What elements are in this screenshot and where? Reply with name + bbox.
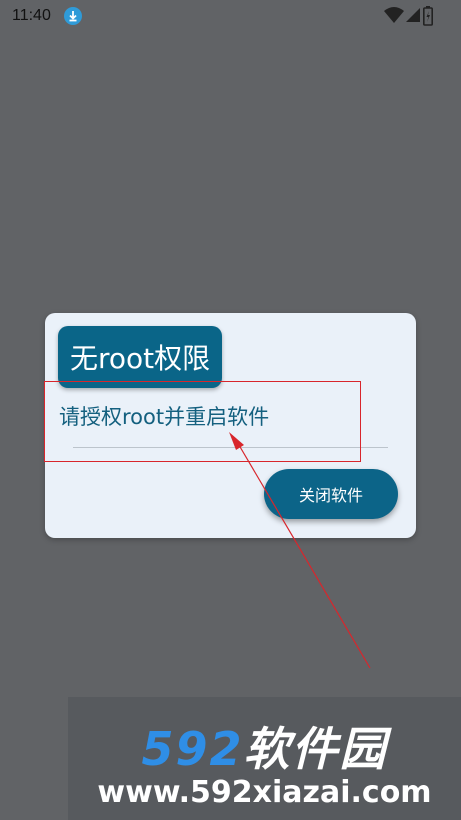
watermark-url: www.592xiazai.com [97, 775, 432, 810]
watermark-brand-number: 592 [141, 722, 244, 776]
watermark-brand: 592软件园 [68, 713, 461, 779]
watermark-brand-text: 软件园 [243, 722, 388, 776]
watermark: 592软件园 www.592xiazai.com [68, 697, 461, 820]
